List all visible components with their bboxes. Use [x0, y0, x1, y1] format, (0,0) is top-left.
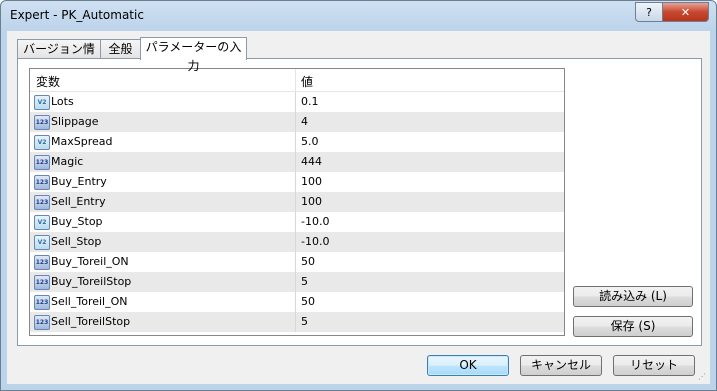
- parameter-name: Lots: [51, 95, 74, 108]
- resize-grip-icon[interactable]: ⋰: [698, 372, 708, 382]
- table-row[interactable]: 123 Buy_Entry 100: [30, 172, 564, 192]
- parameter-value[interactable]: 444: [301, 155, 322, 168]
- cell-divider: [295, 252, 296, 272]
- table-row[interactable]: V2 Sell_Stop -10.0: [30, 232, 564, 252]
- parameter-value[interactable]: -10.0: [301, 235, 329, 248]
- parameter-name: Buy_Stop: [51, 215, 103, 228]
- parameter-name: Slippage: [51, 115, 99, 128]
- parameter-value[interactable]: 5.0: [301, 135, 319, 148]
- table-row[interactable]: V2 MaxSpread 5.0: [30, 132, 564, 152]
- parameter-name: Buy_Entry: [51, 175, 107, 188]
- cell-divider: [295, 172, 296, 192]
- parameter-name: Magic: [51, 155, 84, 168]
- close-button[interactable]: ✕: [662, 2, 709, 22]
- table-row[interactable]: 123 Buy_ToreilStop 5: [30, 272, 564, 292]
- table-row[interactable]: 123 Sell_ToreilStop 5: [30, 312, 564, 332]
- parameter-value[interactable]: -10.0: [301, 215, 329, 228]
- real-icon: V2: [34, 235, 50, 250]
- column-header-variable[interactable]: 変数: [36, 73, 60, 90]
- cell-divider: [295, 232, 296, 252]
- column-divider[interactable]: [295, 69, 296, 91]
- save-button[interactable]: 保存 (S): [573, 316, 693, 337]
- parameter-name: Buy_Toreil_ON: [51, 255, 129, 268]
- table-row[interactable]: 123 Buy_Toreil_ON 50: [30, 252, 564, 272]
- help-icon: ?: [646, 5, 652, 19]
- close-icon: ✕: [680, 5, 691, 19]
- tab-input-parameters[interactable]: パラメーターの入力: [140, 37, 247, 73]
- integer-icon: 123: [34, 175, 50, 190]
- parameter-name: Sell_Toreil_ON: [51, 295, 128, 308]
- window-title: Expert - PK_Automatic: [10, 8, 144, 22]
- cell-divider: [295, 192, 296, 212]
- table-row[interactable]: V2 Lots 0.1: [30, 92, 564, 112]
- table-row[interactable]: 123 Slippage 4: [30, 112, 564, 132]
- cell-divider: [295, 292, 296, 312]
- dialog-client-area: バージョン情報 全般 パラメーターの入力 変数 値 V2Lots0.1123Sl…: [7, 31, 710, 384]
- parameter-value[interactable]: 5: [301, 315, 308, 328]
- parameter-name: Sell_Entry: [51, 195, 106, 208]
- parameter-name: Sell_Stop: [51, 235, 102, 248]
- ok-button[interactable]: OK: [427, 355, 509, 376]
- parameter-value[interactable]: 0.1: [301, 95, 319, 108]
- real-icon: V2: [34, 95, 50, 110]
- parameter-value[interactable]: 100: [301, 195, 322, 208]
- integer-icon: 123: [34, 155, 50, 170]
- cell-divider: [295, 272, 296, 292]
- integer-icon: 123: [34, 295, 50, 310]
- integer-icon: 123: [34, 195, 50, 210]
- table-row[interactable]: V2 Buy_Stop -10.0: [30, 212, 564, 232]
- real-icon: V2: [34, 215, 50, 230]
- parameter-name: Sell_ToreilStop: [51, 315, 131, 328]
- cell-divider: [295, 212, 296, 232]
- tab-version-info[interactable]: バージョン情報: [17, 39, 101, 75]
- parameters-grid[interactable]: 変数 値 V2 Lots 0.1 123 Slippage 4 V2 MaxSpread 5.0…: [29, 68, 565, 336]
- real-icon: V2: [34, 135, 50, 150]
- integer-icon: 123: [34, 315, 50, 330]
- help-button[interactable]: ?: [635, 2, 663, 22]
- integer-icon: 123: [34, 115, 50, 130]
- cell-divider: [295, 112, 296, 132]
- grid-header: 変数 値: [30, 69, 564, 92]
- parameter-value[interactable]: 5: [301, 275, 308, 288]
- grid-rows: V2 Lots 0.1 123 Slippage 4 V2 MaxSpread 5.0 123 Ma…: [30, 92, 564, 332]
- parameter-value[interactable]: 100: [301, 175, 322, 188]
- parameter-name: MaxSpread: [51, 135, 113, 148]
- title-bar[interactable]: Expert - PK_Automatic ? ✕: [1, 1, 716, 31]
- cancel-button[interactable]: キャンセル: [520, 355, 602, 376]
- cell-divider: [295, 132, 296, 152]
- parameter-name: Buy_ToreilStop: [51, 275, 132, 288]
- cell-divider: [295, 92, 296, 112]
- tab-general[interactable]: 全般: [100, 39, 141, 59]
- parameter-value[interactable]: 4: [301, 115, 308, 128]
- reset-button[interactable]: リセット: [613, 355, 695, 376]
- load-button[interactable]: 読み込み (L): [573, 286, 693, 307]
- integer-icon: 123: [34, 255, 50, 270]
- table-row[interactable]: 123 Magic 444: [30, 152, 564, 172]
- parameter-value[interactable]: 50: [301, 255, 315, 268]
- parameter-value[interactable]: 50: [301, 295, 315, 308]
- column-header-value[interactable]: 値: [301, 73, 313, 90]
- table-row[interactable]: 123 Sell_Entry 100: [30, 192, 564, 212]
- expert-properties-dialog: Expert - PK_Automatic ? ✕ バージョン情報 全般 パラメ…: [0, 0, 717, 391]
- cell-divider: [295, 152, 296, 172]
- cell-divider: [295, 312, 296, 332]
- integer-icon: 123: [34, 275, 50, 290]
- table-row[interactable]: 123 Sell_Toreil_ON 50: [30, 292, 564, 312]
